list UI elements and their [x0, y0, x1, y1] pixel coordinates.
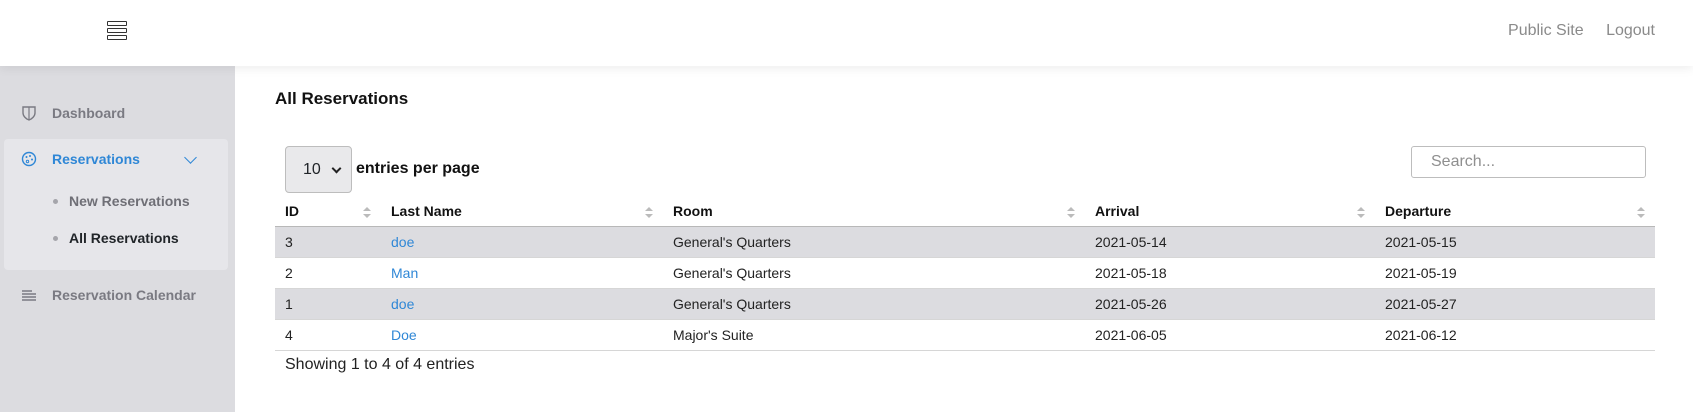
entries-per-page-label: entries per page [356, 160, 480, 177]
sidebar-item-reservations[interactable]: Reservations [0, 139, 235, 179]
cell-last-name: doe [381, 288, 663, 320]
hamburger-icon[interactable] [107, 21, 127, 41]
table-row: 1 doe General's Quarters 2021-05-26 2021… [275, 288, 1655, 320]
sidebar-item-dashboard[interactable]: Dashboard [0, 93, 235, 133]
column-header-departure[interactable]: Departure [1375, 196, 1655, 227]
public-site-link[interactable]: Public Site [1508, 22, 1584, 39]
reservations-table: ID Last Name Room Arrival Departure 3 do… [275, 196, 1655, 351]
sidebar: Dashboard Reservations New Reservations … [0, 66, 235, 412]
cell-room: General's Quarters [663, 257, 1085, 289]
palette-icon [20, 150, 38, 168]
top-navbar: Public Site Logout [0, 0, 1693, 66]
shield-icon [20, 104, 38, 122]
table-row: 4 Doe Major's Suite 2021-06-05 2021-06-1… [275, 319, 1655, 351]
cell-room: Major's Suite [663, 319, 1085, 351]
cell-last-name: Doe [381, 319, 663, 351]
cell-departure: 2021-06-12 [1375, 319, 1655, 351]
column-header-last-name[interactable]: Last Name [381, 196, 663, 227]
cell-arrival: 2021-05-18 [1085, 257, 1375, 289]
list-lines-icon [20, 286, 38, 304]
main-content: All Reservations 10 entries per page ID … [235, 66, 1693, 412]
cell-departure: 2021-05-19 [1375, 257, 1655, 289]
sidebar-item-label: Reservations [52, 151, 140, 167]
bullet-icon [53, 235, 58, 241]
search-input[interactable] [1411, 146, 1646, 178]
cell-departure: 2021-05-27 [1375, 288, 1655, 320]
sort-icon [645, 207, 653, 219]
table-info: Showing 1 to 4 of 4 entries [285, 356, 475, 373]
last-name-link[interactable]: doe [391, 234, 414, 250]
cell-last-name: Man [381, 257, 663, 289]
sort-icon [1067, 207, 1075, 219]
table-row: 2 Man General's Quarters 2021-05-18 2021… [275, 257, 1655, 289]
column-header-room[interactable]: Room [663, 196, 1085, 227]
table-row: 3 doe General's Quarters 2021-05-14 2021… [275, 226, 1655, 258]
sidebar-subitem-all-reservations[interactable]: All Reservations [4, 223, 228, 253]
sort-icon [1357, 207, 1365, 219]
sidebar-item-label: Reservation Calendar [52, 287, 196, 303]
logout-link[interactable]: Logout [1606, 22, 1655, 39]
chevron-down-icon [331, 163, 342, 174]
cell-arrival: 2021-06-05 [1085, 319, 1375, 351]
column-header-arrival[interactable]: Arrival [1085, 196, 1375, 227]
cell-departure: 2021-05-15 [1375, 226, 1655, 258]
cell-id: 2 [275, 257, 381, 289]
last-name-link[interactable]: Doe [391, 327, 417, 343]
reservations-group: Reservations New Reservations All Reserv… [4, 139, 228, 270]
cell-arrival: 2021-05-14 [1085, 226, 1375, 258]
sort-icon [363, 207, 371, 219]
sidebar-subitem-label: All Reservations [69, 230, 179, 246]
top-links: Public Site Logout [1490, 22, 1655, 40]
cell-id: 1 [275, 288, 381, 320]
cell-last-name: doe [381, 226, 663, 258]
page-title: All Reservations [275, 89, 409, 108]
cell-arrival: 2021-05-26 [1085, 288, 1375, 320]
sidebar-item-reservation-calendar[interactable]: Reservation Calendar [0, 275, 235, 315]
cell-id: 4 [275, 319, 381, 351]
entries-per-page-value: 10 [303, 160, 321, 178]
sidebar-subitem-new-reservations[interactable]: New Reservations [4, 186, 228, 216]
sort-icon [1637, 207, 1645, 219]
cell-id: 3 [275, 226, 381, 258]
table-header-row: ID Last Name Room Arrival Departure [275, 196, 1655, 227]
last-name-link[interactable]: Man [391, 265, 418, 281]
sidebar-subitem-label: New Reservations [69, 193, 190, 209]
bullet-icon [53, 198, 58, 204]
sidebar-item-label: Dashboard [52, 105, 126, 121]
column-header-id[interactable]: ID [275, 196, 381, 227]
cell-room: General's Quarters [663, 288, 1085, 320]
cell-room: General's Quarters [663, 226, 1085, 258]
last-name-link[interactable]: doe [391, 296, 414, 312]
entries-per-page-select[interactable]: 10 [285, 146, 352, 193]
chevron-down-icon [184, 151, 197, 164]
